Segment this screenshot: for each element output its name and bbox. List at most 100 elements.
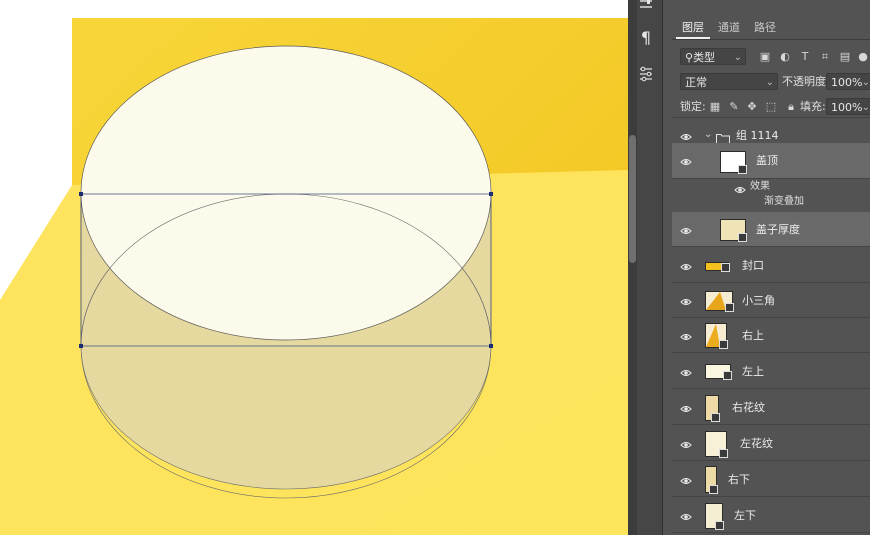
blend-mode-value: 正常 — [685, 76, 707, 89]
visibility-eye-icon[interactable] — [680, 400, 692, 412]
visibility-eye-icon[interactable] — [680, 508, 692, 520]
layer-name: 盖子厚度 — [756, 223, 800, 236]
chevron-down-icon: ⌄ — [733, 52, 742, 63]
fill-field[interactable]: 100% ⌄ — [826, 98, 870, 115]
layer-row[interactable]: 右下 — [672, 462, 870, 497]
visibility-eye-icon[interactable] — [734, 181, 746, 193]
layer-name: 左花纹 — [740, 437, 773, 450]
smart-object-icon — [725, 303, 734, 312]
lock-artboard-icon[interactable]: ⬚ — [764, 100, 778, 114]
layer-name: 右上 — [742, 329, 764, 342]
layer-filter-label: 类型 — [693, 51, 716, 64]
layer-name: 右花纹 — [732, 401, 765, 414]
layer-name: 左上 — [742, 365, 764, 378]
type-filter-icon[interactable]: T — [798, 50, 812, 64]
layer-name: 左下 — [734, 509, 756, 522]
visibility-eye-icon[interactable] — [680, 293, 692, 305]
smart-object-icon — [723, 371, 732, 380]
tab-layers[interactable]: 图层 — [676, 17, 710, 39]
anchor-point — [489, 344, 493, 348]
layer-row[interactable]: 右花纹 — [672, 390, 870, 425]
layer-thumbnail — [705, 431, 728, 458]
anchor-point — [79, 344, 83, 348]
layer-name: 封口 — [742, 259, 764, 272]
chevron-down-icon[interactable]: ⌄ — [704, 129, 712, 140]
lid-top-shape — [80, 45, 492, 341]
layer-thumbnail — [720, 219, 747, 242]
visibility-eye-icon[interactable] — [680, 153, 692, 165]
smart-object-icon — [738, 233, 747, 242]
smart-object-icon — [719, 449, 728, 458]
layer-row[interactable]: 盖顶 — [672, 143, 870, 179]
visibility-eye-icon[interactable] — [680, 128, 692, 140]
layer-row[interactable]: 封口 — [672, 248, 870, 283]
effects-title[interactable]: 效果 — [750, 180, 770, 194]
smart-object-icon — [721, 263, 730, 272]
opacity-field[interactable]: 100% ⌄ — [826, 73, 870, 90]
lock-label: 锁定: — [680, 100, 706, 113]
smart-object-filter-icon[interactable]: ▤ — [838, 50, 852, 64]
layer-filter-select[interactable]: ⚲类型 ⌄ — [680, 48, 746, 65]
layer-thumbnail — [720, 151, 747, 174]
layer-thumbnail — [705, 503, 724, 530]
effect-gradient-overlay[interactable]: 渐变叠加 — [764, 195, 804, 209]
sliders-icon[interactable] — [636, 0, 656, 16]
layers-panel-tabs: 图层 通道 路径 — [672, 17, 870, 40]
canvas-artwork — [0, 18, 628, 535]
layer-name: 盖顶 — [756, 154, 778, 167]
layer-row[interactable]: 盖子厚度 — [672, 212, 870, 247]
layer-row[interactable]: 左下 — [672, 498, 870, 533]
smart-object-icon — [709, 485, 718, 494]
layer-thumbnail — [705, 466, 718, 494]
layer-effects-block: 效果 渐变叠加 — [672, 179, 870, 213]
tab-paths[interactable]: 路径 — [748, 17, 782, 39]
visibility-eye-icon[interactable] — [680, 436, 692, 448]
canvas-scrollbar-thumb[interactable] — [629, 135, 636, 263]
layer-thumbnail — [705, 364, 732, 380]
tab-channels[interactable]: 通道 — [712, 17, 746, 39]
layers-panel: 图层 通道 路径 ⚲类型 ⌄ ▣ ◐ T ⌗ ▤ ● 正常 ⌄ 不透明度: 10… — [672, 0, 870, 535]
document-canvas[interactable] — [0, 0, 628, 535]
smart-object-icon — [719, 340, 728, 349]
panel-icon-strip: ¶ — [628, 0, 663, 535]
layer-name: 右下 — [728, 473, 750, 486]
lock-all-icon[interactable]: 🔒︎ — [784, 100, 798, 114]
smart-object-icon — [715, 521, 724, 530]
fill-value: 100% — [831, 101, 863, 114]
anchor-point — [489, 192, 493, 196]
layer-name: 小三角 — [742, 294, 775, 307]
filter-toggle-icon[interactable]: ● — [856, 50, 870, 64]
right-panel-dock: ¶ 图层 通道 路径 ⚲类型 ⌄ ▣ ◐ T ⌗ ▤ ● 正常 ⌄ 不透明度: … — [628, 0, 870, 535]
lock-transparent-icon[interactable]: ▦ — [708, 100, 722, 114]
layer-thumbnail — [705, 323, 728, 349]
visibility-eye-icon[interactable] — [680, 258, 692, 270]
layer-thumbnail — [705, 395, 720, 422]
fill-label: 填充: — [800, 100, 826, 113]
smart-object-icon — [738, 165, 747, 174]
chevron-down-icon: ⌄ — [861, 102, 870, 113]
adjustments-icon[interactable] — [636, 65, 656, 85]
layer-thumbnail — [705, 291, 734, 312]
chevron-down-icon: ⌄ — [861, 77, 870, 88]
smart-object-icon — [711, 413, 720, 422]
pixel-filter-icon[interactable]: ▣ — [758, 50, 772, 64]
visibility-eye-icon[interactable] — [680, 328, 692, 340]
layer-row[interactable]: 左花纹 — [672, 426, 870, 461]
chevron-down-icon: ⌄ — [765, 77, 774, 88]
blend-mode-select[interactable]: 正常 ⌄ — [680, 73, 778, 90]
visibility-eye-icon[interactable] — [680, 364, 692, 376]
lock-image-icon[interactable]: ✎ — [727, 100, 741, 114]
paragraph-icon[interactable]: ¶ — [636, 28, 656, 48]
visibility-eye-icon[interactable] — [680, 222, 692, 234]
layer-row[interactable]: 左上 — [672, 354, 870, 389]
layer-row[interactable]: 右上 — [672, 318, 870, 353]
search-icon: ⚲ — [685, 51, 694, 64]
opacity-value: 100% — [831, 76, 863, 89]
lock-position-icon[interactable]: ✥ — [745, 100, 759, 114]
layer-row[interactable]: 小三角 — [672, 283, 870, 318]
adjustment-filter-icon[interactable]: ◐ — [778, 50, 792, 64]
shape-filter-icon[interactable]: ⌗ — [818, 50, 832, 64]
layer-thumbnail — [705, 262, 730, 272]
opacity-label: 不透明度: — [782, 75, 830, 88]
visibility-eye-icon[interactable] — [680, 472, 692, 484]
